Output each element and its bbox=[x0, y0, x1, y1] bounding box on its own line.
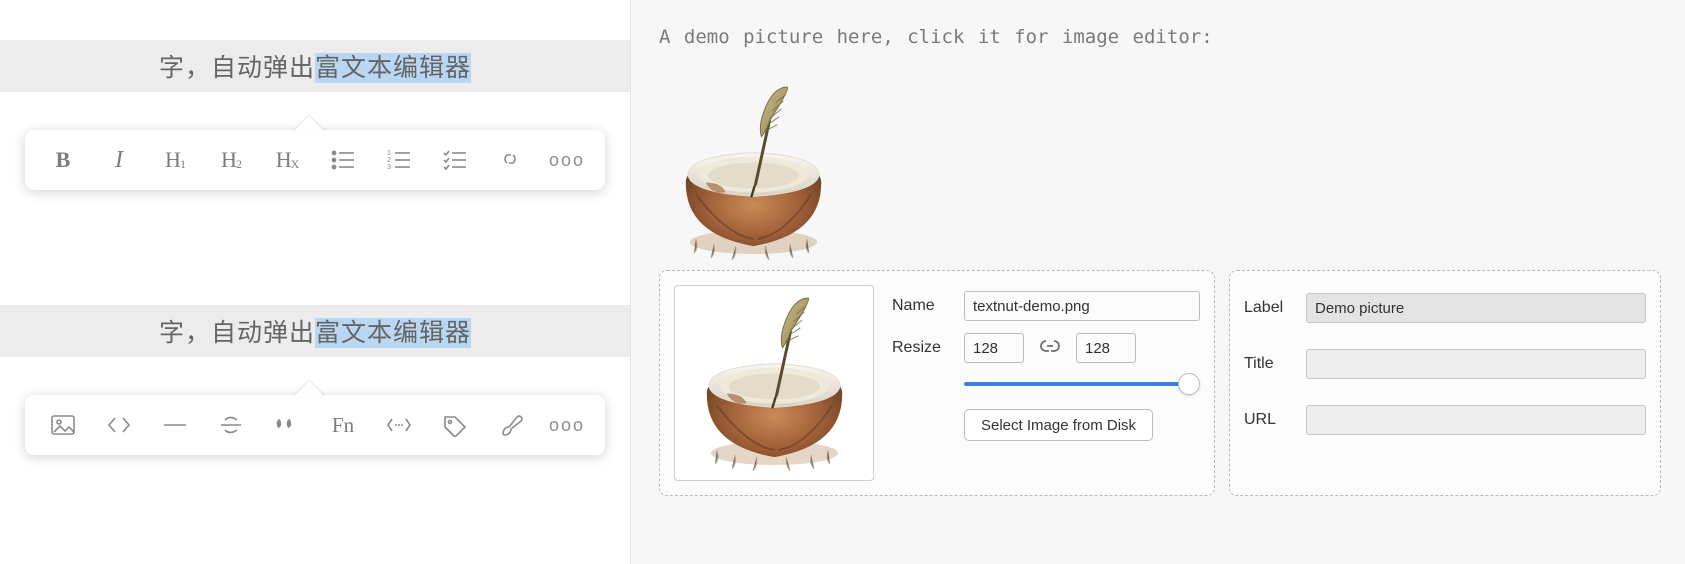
resize-width-input[interactable] bbox=[964, 333, 1024, 363]
name-label: Name bbox=[892, 297, 954, 315]
checklist-button[interactable] bbox=[429, 140, 481, 180]
editor-line[interactable]: 字，自动弹出富文本编辑器 bbox=[0, 40, 630, 92]
hr-button[interactable] bbox=[149, 405, 201, 445]
title-input[interactable] bbox=[1306, 349, 1646, 379]
code-button[interactable] bbox=[93, 405, 145, 445]
right-pane: A demo picture here, click it for image … bbox=[630, 0, 1685, 564]
resize-height-input[interactable] bbox=[1076, 333, 1136, 363]
italic-button[interactable]: I bbox=[93, 140, 145, 180]
ordered-list-button[interactable] bbox=[373, 140, 425, 180]
select-image-button[interactable]: Select Image from Disk bbox=[964, 409, 1153, 441]
format-toolbar-primary: B I H1 H2 HX ooo bbox=[25, 130, 605, 190]
label-input[interactable] bbox=[1306, 293, 1646, 323]
highlight-button[interactable] bbox=[485, 405, 537, 445]
demo-image[interactable] bbox=[666, 85, 841, 260]
snippet-button[interactable] bbox=[373, 405, 425, 445]
popover-arrow-icon bbox=[293, 116, 325, 132]
h1-button[interactable]: H1 bbox=[149, 140, 201, 180]
image-thumbnail[interactable] bbox=[674, 285, 874, 481]
more-button[interactable]: ooo bbox=[541, 140, 593, 180]
h2-button[interactable]: H2 bbox=[205, 140, 257, 180]
url-input[interactable] bbox=[1306, 405, 1646, 435]
image-settings-box: Name Resize Select Im bbox=[659, 270, 1215, 496]
aspect-lock-icon[interactable] bbox=[1034, 337, 1066, 360]
resize-slider[interactable] bbox=[964, 375, 1196, 393]
sample-text: 字，自动弹出富文本编辑器 bbox=[159, 48, 471, 84]
toolbar-sample-2: 字，自动弹出富文本编辑器 Fn ooo bbox=[0, 305, 630, 455]
format-toolbar-secondary: Fn ooo bbox=[25, 395, 605, 455]
image-meta-box: Label Title URL bbox=[1229, 270, 1661, 496]
slider-track bbox=[964, 382, 1196, 386]
quote-button[interactable] bbox=[261, 405, 313, 445]
image-editor-panel: Name Resize Select Im bbox=[659, 270, 1661, 496]
hx-button[interactable]: HX bbox=[261, 140, 313, 180]
label-label: Label bbox=[1244, 299, 1296, 317]
fn-button[interactable]: Fn bbox=[317, 405, 369, 445]
link-button[interactable] bbox=[485, 140, 537, 180]
slider-thumb[interactable] bbox=[1178, 373, 1200, 395]
unordered-list-button[interactable] bbox=[317, 140, 369, 180]
url-label: URL bbox=[1244, 411, 1296, 429]
strikethrough-button[interactable] bbox=[205, 405, 257, 445]
name-input[interactable] bbox=[964, 291, 1200, 321]
left-pane: 字，自动弹出富文本编辑器 B I H1 H2 HX ooo 字，自动弹出富文本编… bbox=[0, 0, 630, 564]
editor-line[interactable]: 字，自动弹出富文本编辑器 bbox=[0, 305, 630, 357]
more-button[interactable]: ooo bbox=[541, 405, 593, 445]
bold-button[interactable]: B bbox=[37, 140, 89, 180]
popover-arrow-icon bbox=[293, 381, 325, 397]
resize-label: Resize bbox=[892, 339, 954, 357]
tag-button[interactable] bbox=[429, 405, 481, 445]
image-button[interactable] bbox=[37, 405, 89, 445]
toolbar-sample-1: 字，自动弹出富文本编辑器 B I H1 H2 HX ooo bbox=[0, 40, 630, 190]
demo-caption: A demo picture here, click it for image … bbox=[659, 26, 1213, 48]
sample-text: 字，自动弹出富文本编辑器 bbox=[159, 313, 471, 349]
title-label: Title bbox=[1244, 355, 1296, 373]
